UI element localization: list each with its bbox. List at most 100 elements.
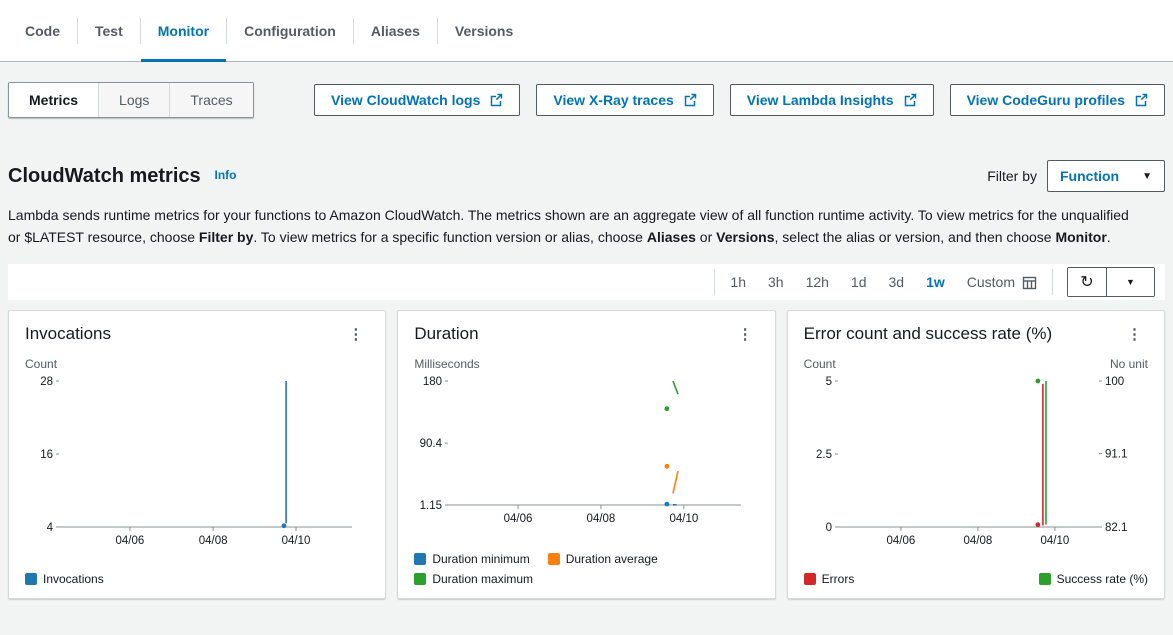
- external-link-icon: [1134, 93, 1148, 107]
- view-cloudwatch-logs-button[interactable]: View CloudWatch logs: [314, 84, 520, 116]
- button-label: View X-Ray traces: [553, 92, 673, 108]
- page-title: CloudWatch metrics: [8, 165, 201, 187]
- chevron-down-icon: ▼: [1126, 277, 1135, 287]
- info-link[interactable]: Info: [215, 168, 237, 182]
- invocations-chart[interactable]: 2816404/0604/0804/10: [25, 373, 364, 553]
- error-success-card: Error count and success rate (%) ⋮ Count…: [787, 310, 1165, 599]
- refresh-button[interactable]: ↻: [1068, 268, 1106, 296]
- left-axis-unit: Milliseconds: [414, 357, 479, 371]
- legend-label: Success rate (%): [1057, 572, 1148, 586]
- time-range-group: 1h 3h 12h 1d 3d 1w Custom: [714, 269, 1053, 295]
- refresh-split-button: ↻ ▼: [1067, 267, 1155, 297]
- svg-text:04/10: 04/10: [282, 535, 311, 547]
- left-axis-unit: Count: [25, 357, 57, 371]
- svg-text:2.5: 2.5: [816, 449, 832, 461]
- time-range-custom[interactable]: Custom: [956, 274, 1048, 290]
- axis-unit-row: Count: [25, 357, 369, 371]
- view-lambda-insights-button[interactable]: View Lambda Insights: [730, 84, 934, 116]
- svg-text:90.4: 90.4: [420, 438, 443, 450]
- subtab-metrics[interactable]: Metrics: [9, 83, 98, 117]
- svg-text:04/08: 04/08: [587, 513, 616, 525]
- tab-versions[interactable]: Versions: [438, 0, 530, 61]
- legend-swatch: [414, 553, 426, 565]
- intro-segment-bold: Monitor: [1055, 229, 1106, 245]
- time-range-3d[interactable]: 3d: [878, 274, 916, 290]
- chart-menu-button[interactable]: ⋮: [342, 323, 369, 345]
- intro-segment: or: [696, 229, 716, 245]
- right-axis-unit: No unit: [1110, 357, 1148, 371]
- monitor-toolbar: Metrics Logs Traces View CloudWatch logs…: [8, 82, 1165, 118]
- invocations-card: Invocations ⋮ Count 2816404/0604/0804/10…: [8, 310, 386, 599]
- refresh-icon: ↻: [1080, 272, 1093, 292]
- svg-text:100: 100: [1105, 376, 1124, 388]
- refresh-options-button[interactable]: ▼: [1106, 268, 1154, 296]
- chart-title: Duration: [414, 324, 478, 344]
- svg-text:04/08: 04/08: [199, 535, 228, 547]
- intro-segment: . To view metrics for a specific functio…: [253, 229, 646, 245]
- subtab-traces[interactable]: Traces: [169, 83, 252, 117]
- external-link-icon: [903, 93, 917, 107]
- metrics-logs-traces-switcher: Metrics Logs Traces: [8, 82, 254, 118]
- intro-segment-bold: Aliases: [647, 229, 696, 245]
- svg-text:04/10: 04/10: [1040, 535, 1069, 547]
- svg-text:180: 180: [423, 376, 442, 388]
- intro-segment-bold: Versions: [716, 229, 774, 245]
- duration-card: Duration ⋮ Milliseconds 18090.41.1504/06…: [397, 310, 775, 599]
- legend-swatch: [414, 573, 426, 585]
- metrics-cards-row: Invocations ⋮ Count 2816404/0604/0804/10…: [8, 310, 1165, 599]
- tab-monitor[interactable]: Monitor: [141, 0, 226, 61]
- chart-menu-button[interactable]: ⋮: [1121, 323, 1148, 345]
- filter-function-dropdown[interactable]: Function ▼: [1047, 160, 1165, 192]
- legend-swatch: [804, 573, 816, 585]
- intro-text: Lambda sends runtime metrics for your fu…: [8, 204, 1138, 248]
- legend-item[interactable]: Duration maximum: [414, 572, 533, 586]
- time-range-1h[interactable]: 1h: [719, 274, 757, 290]
- svg-text:82.1: 82.1: [1105, 522, 1127, 534]
- legend-label: Duration minimum: [432, 552, 529, 566]
- duration-chart[interactable]: 18090.41.1504/0604/0804/10: [414, 373, 753, 531]
- legend-label: Duration average: [566, 552, 658, 566]
- axis-unit-row: Milliseconds: [414, 357, 758, 371]
- external-link-icon: [683, 93, 697, 107]
- chart-menu-button[interactable]: ⋮: [732, 323, 759, 345]
- custom-label: Custom: [967, 274, 1015, 290]
- time-range-1w[interactable]: 1w: [915, 274, 956, 290]
- view-xray-traces-button[interactable]: View X-Ray traces: [536, 84, 713, 116]
- svg-text:4: 4: [47, 522, 54, 534]
- legend-item[interactable]: Invocations: [25, 572, 104, 586]
- legend-item[interactable]: Success rate (%): [1039, 572, 1148, 586]
- error-success-chart[interactable]: 52.5010091.182.104/0604/0804/10: [804, 373, 1143, 553]
- function-tabbar: Code Test Monitor Configuration Aliases …: [0, 0, 1173, 62]
- dropdown-value: Function: [1060, 168, 1119, 184]
- legend-swatch: [25, 573, 37, 585]
- legend-label: Duration maximum: [432, 572, 533, 586]
- time-range-1d[interactable]: 1d: [840, 274, 878, 290]
- legend-swatch: [1039, 573, 1051, 585]
- button-label: View CodeGuru profiles: [967, 92, 1125, 108]
- legend-swatch: [548, 553, 560, 565]
- view-codeguru-profiles-button[interactable]: View CodeGuru profiles: [950, 84, 1165, 116]
- chart-legend: Duration minimum Duration average Durati…: [414, 546, 758, 586]
- legend-item[interactable]: Errors: [804, 572, 855, 586]
- svg-text:5: 5: [825, 376, 831, 388]
- time-range-3h[interactable]: 3h: [757, 274, 795, 290]
- tab-test[interactable]: Test: [78, 0, 140, 61]
- svg-text:04/08: 04/08: [963, 535, 992, 547]
- button-label: View Lambda Insights: [747, 92, 894, 108]
- svg-text:04/06: 04/06: [116, 535, 145, 547]
- tab-aliases[interactable]: Aliases: [354, 0, 437, 61]
- tab-configuration[interactable]: Configuration: [227, 0, 353, 61]
- chart-legend: Invocations: [25, 566, 369, 586]
- legend-item[interactable]: Duration minimum: [414, 552, 529, 566]
- legend-item[interactable]: Duration average: [548, 552, 658, 566]
- card-header: Duration ⋮: [414, 323, 758, 345]
- svg-text:04/06: 04/06: [504, 513, 533, 525]
- tab-code[interactable]: Code: [8, 0, 77, 61]
- time-range-12h[interactable]: 12h: [795, 274, 840, 290]
- subtab-logs[interactable]: Logs: [98, 83, 169, 117]
- filter-by-control: Filter by Function ▼: [987, 160, 1165, 192]
- svg-text:04/06: 04/06: [886, 535, 915, 547]
- card-header: Error count and success rate (%) ⋮: [804, 323, 1148, 345]
- svg-text:04/10: 04/10: [670, 513, 699, 525]
- intro-segment: .: [1107, 229, 1111, 245]
